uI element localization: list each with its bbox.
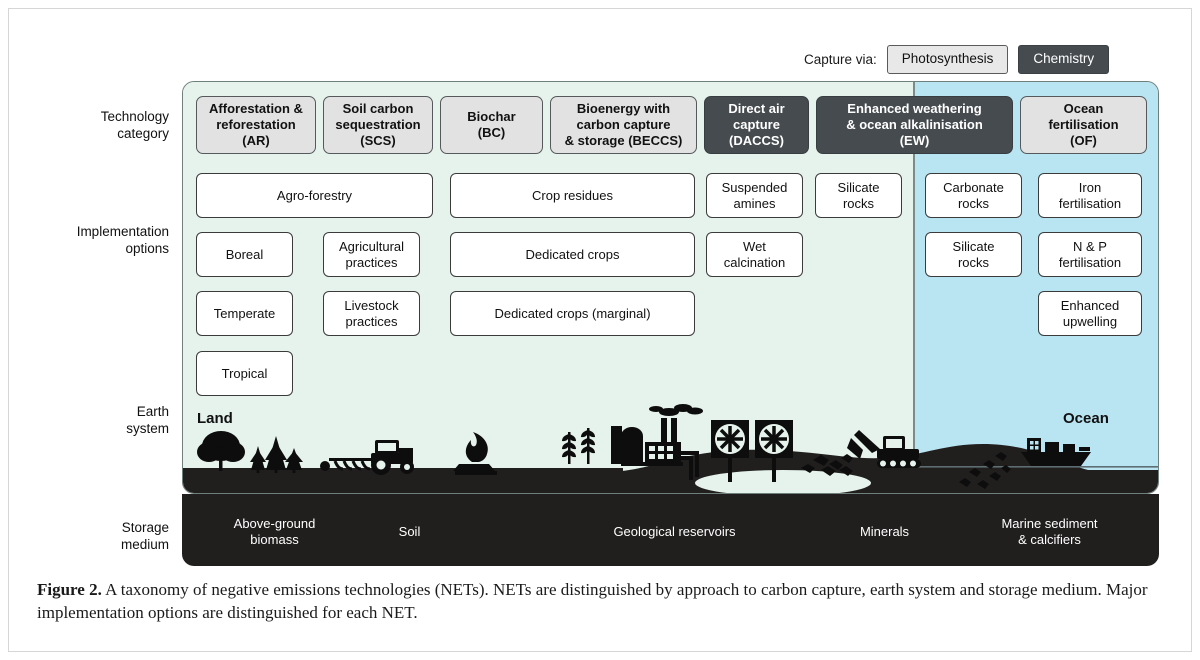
category-line: Soil carbon	[342, 101, 414, 117]
taxonomy-panel: Land Ocean Afforestation & reforestation…	[182, 81, 1159, 494]
category-box-OF[interactable]: Ocean fertilisation (OF)	[1020, 96, 1147, 154]
capture-via-label: Capture via:	[804, 51, 877, 67]
storage-label-minerals: Minerals	[859, 524, 910, 539]
option-box-wet-calcination[interactable]: Wet calcination	[706, 232, 803, 277]
category-line: Biochar	[467, 109, 516, 125]
earth-system-illustration	[183, 404, 1158, 493]
category-box-SCS[interactable]: Soil carbon sequestration (SCS)	[323, 96, 433, 154]
category-box-DACCS[interactable]: Direct air capture (DACCS)	[704, 96, 809, 154]
row-label-storage-medium: Storage medium	[49, 520, 169, 554]
row-label-technology-category: Technology category	[49, 109, 169, 143]
figure-caption: Figure 2. A taxonomy of negative emissio…	[37, 579, 1177, 625]
category-line: (EW)	[899, 132, 930, 148]
row-label-line2: system	[126, 420, 169, 436]
category-line: (OF)	[1070, 132, 1097, 148]
storage-label-above-ground-biomass: Above-ground biomass	[233, 516, 316, 547]
storage-label-geological-reservoirs: Geological reservoirs	[613, 524, 736, 539]
category-line: reforestation	[216, 117, 296, 133]
category-line: Afforestation &	[209, 101, 303, 117]
option-box-n-and-p-fertilisation[interactable]: N & Pfertilisation	[1038, 232, 1142, 277]
option-box-temperate[interactable]: Temperate	[196, 291, 293, 336]
category-line: carbon capture	[576, 117, 671, 133]
category-line: (BC)	[477, 125, 506, 140]
category-box-EW[interactable]: Enhanced weathering & ocean alkalinisati…	[816, 96, 1013, 154]
legend-chip-chemistry[interactable]: Chemistry	[1018, 45, 1110, 74]
land-label: Land	[197, 410, 233, 427]
category-line: Direct air	[728, 101, 785, 117]
caption-text: A taxonomy of negative emissions technol…	[37, 580, 1148, 622]
ship-icon	[1021, 438, 1091, 466]
row-label-line2: options	[125, 240, 169, 256]
wheat-icon	[562, 428, 595, 464]
figure-number: Figure 2.	[37, 580, 102, 599]
option-box-agro-forestry[interactable]: Agro-forestry	[196, 173, 433, 218]
category-line: Ocean	[1063, 101, 1104, 117]
category-line: (SCS)	[360, 132, 396, 148]
option-box-silicate-rocks-ew-land[interactable]: Silicate rocks	[815, 173, 902, 218]
category-line: capture	[733, 117, 780, 133]
row-label-implementation-options: Implementation options	[29, 224, 169, 258]
option-box-enhanced-upwelling[interactable]: Enhanced upwelling	[1038, 291, 1142, 336]
row-label-earth-system: Earth system	[49, 404, 169, 438]
option-box-livestock-practices[interactable]: Livestock practices	[323, 291, 420, 336]
capture-via-legend: Capture via: Photosynthesis Chemistry	[804, 45, 1110, 74]
row-label-line1: Implementation	[76, 224, 169, 239]
storage-label-marine-sediment: Marine sediment & calcifiers	[1001, 516, 1098, 547]
category-box-BC[interactable]: Biochar (BC)	[440, 96, 543, 154]
option-box-iron-fertilisation[interactable]: Iron fertilisation	[1038, 173, 1142, 218]
row-label-line1: Earth	[136, 404, 169, 419]
category-line: & ocean alkalinisation	[846, 117, 983, 133]
legend-chip-photosynthesis[interactable]: Photosynthesis	[886, 45, 1009, 74]
category-line: Enhanced weathering	[847, 101, 982, 117]
option-box-crop-residues[interactable]: Crop residues	[450, 173, 695, 218]
category-line: & storage (BECCS)	[564, 132, 683, 148]
row-label-line1: Storage	[121, 520, 169, 535]
conifer-icon	[250, 436, 303, 473]
category-line: (DACCS)	[729, 132, 784, 148]
fire-icon	[453, 432, 497, 475]
storage-label-soil: Soil	[398, 524, 421, 539]
category-line: fertilisation	[1048, 117, 1119, 133]
option-box-silicate-rocks-ew-ocean[interactable]: Silicate rocks	[925, 232, 1022, 277]
category-line: Bioenergy with	[576, 101, 671, 117]
category-box-BECCS[interactable]: Bioenergy with carbon capture & storage …	[550, 96, 697, 154]
tree-icon	[197, 431, 245, 471]
category-line: sequestration	[335, 117, 421, 133]
row-label-line1: Technology	[100, 109, 169, 124]
option-box-dedicated-crops-marginal[interactable]: Dedicated crops (marginal)	[450, 291, 695, 336]
option-box-dedicated-crops[interactable]: Dedicated crops	[450, 232, 695, 277]
option-box-suspended-amines[interactable]: Suspended amines	[706, 173, 803, 218]
row-label-line2: category	[117, 125, 169, 141]
option-box-agricultural-practices[interactable]: Agricultural practices	[323, 232, 420, 277]
category-box-AR[interactable]: Afforestation & reforestation (AR)	[196, 96, 316, 154]
storage-medium-band: Above-ground biomass Soil Geological rese…	[182, 494, 1159, 566]
ocean-label: Ocean	[1063, 410, 1109, 427]
option-box-tropical[interactable]: Tropical	[196, 351, 293, 396]
category-line: (AR)	[242, 132, 270, 148]
row-label-line2: medium	[120, 536, 169, 552]
figure-container: Capture via: Photosynthesis Chemistry Te…	[8, 8, 1192, 652]
option-box-boreal[interactable]: Boreal	[196, 232, 293, 277]
option-box-carbonate-rocks[interactable]: Carbonate rocks	[925, 173, 1022, 218]
